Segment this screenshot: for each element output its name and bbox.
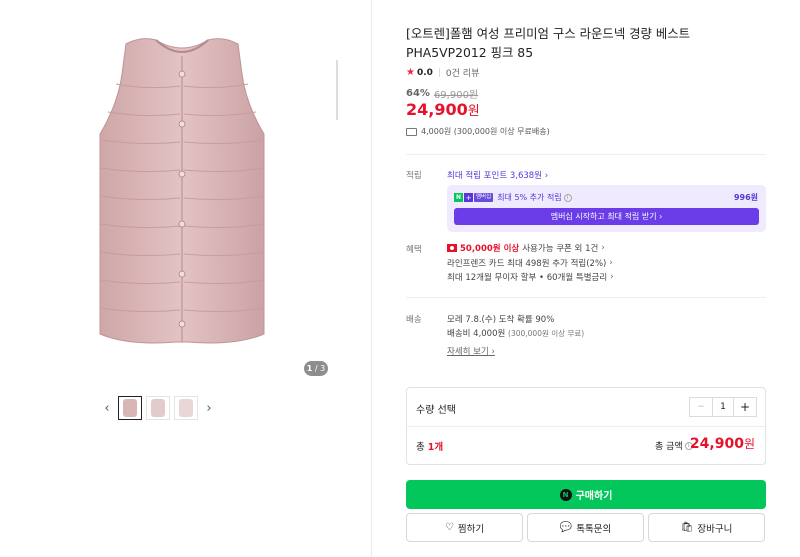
thumbnail-2[interactable]: [146, 396, 170, 420]
quantity-stepper: − 1 +: [689, 397, 757, 417]
truck-icon: [406, 127, 417, 136]
discount-rate: 64%: [406, 88, 430, 99]
vest-thumb-image: [123, 399, 137, 417]
total-amount-label: 총 금액 i: [655, 439, 693, 452]
delivery-label: 배송: [406, 315, 422, 325]
divider: [406, 297, 766, 298]
quantity-minus-button[interactable]: −: [690, 398, 712, 416]
vest-thumb-image: [179, 399, 193, 417]
review-count-link[interactable]: 0건 리뷰: [446, 66, 479, 79]
divider: [438, 68, 440, 77]
chevron-right-icon: ›: [491, 347, 495, 357]
image-counter: 1 / 3: [304, 361, 328, 376]
membership-badge: 멤버십: [474, 193, 494, 202]
buy-button[interactable]: N 구매하기: [406, 480, 766, 509]
original-price: 69,900원: [433, 90, 479, 101]
cart-button[interactable]: 🛍 장바구니: [648, 513, 765, 542]
coupon-icon: [447, 244, 457, 252]
column-divider: [371, 0, 372, 557]
rating-row: ★ 0.0 0건 리뷰: [406, 66, 479, 79]
divider: [406, 154, 766, 155]
delivery-details-link[interactable]: 자세히 보기 ›: [447, 345, 495, 357]
max-points-link[interactable]: 최대 적립 포인트 3,638원 ›: [447, 169, 548, 181]
thumbnail-1[interactable]: [118, 396, 142, 420]
chevron-left-icon: ‹: [104, 400, 110, 416]
plus-icon: +: [464, 193, 473, 202]
star-icon: ★: [406, 67, 415, 78]
chevron-right-icon: ›: [206, 400, 212, 416]
cart-bag-icon: 🛍: [680, 522, 694, 533]
product-gallery: 1 / 3 ‹ ›: [0, 0, 370, 557]
discount-row: 64% 69,900원: [406, 86, 478, 101]
thumbnail-3[interactable]: [174, 396, 198, 420]
card-benefit[interactable]: 라인프렌즈 카드 최대 498원 추가 적립(2%) ›: [447, 257, 613, 269]
product-title: [오트렌]폴햄 여성 프리미엄 구스 라운드넥 경량 베스트 PHA5VP201…: [406, 26, 691, 60]
product-main-image[interactable]: [96, 34, 268, 352]
heart-icon: ♡: [444, 522, 454, 533]
info-icon[interactable]: i: [563, 193, 572, 202]
thumbnail-strip: ‹ ›: [100, 395, 216, 421]
thumb-prev-button[interactable]: ‹: [100, 395, 114, 421]
arrival-estimate: 모레 7.8.(수) 도착 확률 90%: [447, 315, 555, 325]
delivery-fee: 배송비 4,000원 (300,000원 이상 무료): [447, 328, 585, 340]
membership-start-button[interactable]: 멤버십 시작하고 최대 적립 받기 ›: [454, 208, 759, 225]
chevron-right-icon: ›: [609, 258, 613, 268]
total-amount: 24,900원: [689, 436, 755, 452]
vest-thumb-image: [151, 399, 165, 417]
rating-score: 0.0: [416, 67, 433, 78]
quantity-box: 수량 선택 − 1 + 총 1개 총 금액 i 24,900원: [406, 387, 766, 465]
talk-inquiry-button[interactable]: 💬 톡톡문의: [527, 513, 644, 542]
membership-box: N + 멤버십 최대 5% 추가 적립 i 996원 멤버십 시작하고 최대 적…: [447, 185, 766, 232]
wishlist-button[interactable]: ♡ 찜하기: [406, 513, 523, 542]
thumb-next-button[interactable]: ›: [202, 395, 216, 421]
membership-text: 최대 5% 추가 적립: [497, 193, 562, 202]
naver-n-icon: N: [454, 193, 463, 202]
quantity-input[interactable]: 1: [712, 398, 734, 416]
chevron-right-icon: ›: [601, 243, 605, 253]
naver-pay-icon: N: [559, 488, 572, 501]
shipping-info: 4,000원 (300,000원 이상 무료배송): [406, 126, 550, 137]
next-image-edge: [336, 60, 338, 120]
points-label: 적립: [406, 171, 422, 181]
total-count: 총 1개: [416, 442, 444, 453]
divider: [407, 426, 765, 427]
quantity-label: 수량 선택: [416, 405, 456, 416]
benefits-label: 혜택: [406, 245, 422, 255]
membership-amount: 996원: [733, 193, 758, 202]
chat-bubble-icon: 💬: [559, 522, 573, 533]
coupon-benefit[interactable]: 50,000원 이상 사용가능 쿠폰 외 1건 ›: [447, 242, 605, 254]
chevron-right-icon: ›: [610, 272, 614, 282]
sale-price: 24,900원: [406, 100, 480, 119]
installment-benefit[interactable]: 최대 12개월 무이자 할부 • 60개월 특별금리 ›: [447, 271, 614, 283]
quantity-plus-button[interactable]: +: [734, 398, 756, 416]
